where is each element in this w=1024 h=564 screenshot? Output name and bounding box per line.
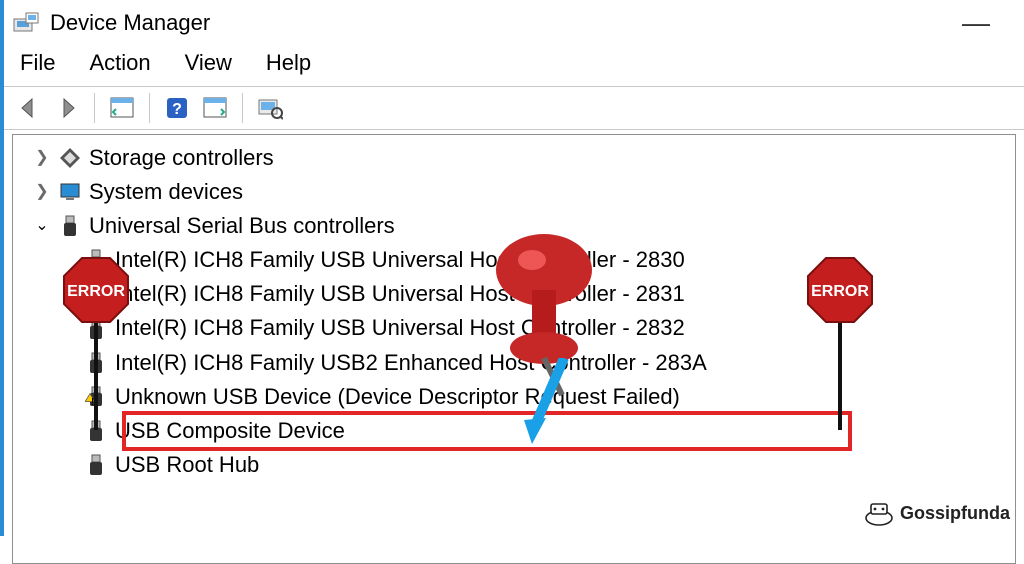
- monitor-icon: [59, 181, 81, 203]
- tree-node-device[interactable]: USB Composite Device: [85, 414, 1015, 448]
- toolbar: ?: [4, 86, 1024, 130]
- toolbar-separator: [149, 93, 150, 123]
- tree-label: Intel(R) ICH8 Family USB Universal Host …: [115, 243, 685, 277]
- svg-text:!: !: [91, 397, 94, 408]
- scan-button[interactable]: [200, 93, 230, 123]
- tree-node-device[interactable]: USB Root Hub: [85, 448, 1015, 482]
- device-manager-icon: [12, 9, 40, 37]
- toolbar-separator: [242, 93, 243, 123]
- tree-label: Intel(R) ICH8 Family USB Universal Host …: [115, 311, 685, 345]
- tree-label: Storage controllers: [89, 141, 274, 175]
- svg-text:?: ?: [172, 101, 182, 118]
- tree-node-device[interactable]: Intel(R) ICH8 Family USB Universal Host …: [85, 243, 1015, 277]
- show-hidden-button[interactable]: [107, 93, 137, 123]
- usb-icon: [85, 318, 107, 340]
- usb-icon: [85, 249, 107, 271]
- expand-icon[interactable]: ❯: [33, 180, 51, 205]
- tree-node-storage[interactable]: ❯ Storage controllers: [33, 141, 1015, 175]
- menu-help[interactable]: Help: [266, 50, 311, 76]
- collapse-icon[interactable]: ⌄: [33, 214, 51, 239]
- toolbar-separator: [94, 93, 95, 123]
- storage-icon: [59, 147, 81, 169]
- menu-action[interactable]: Action: [89, 50, 150, 76]
- forward-button[interactable]: [52, 93, 82, 123]
- tree-node-device[interactable]: Intel(R) ICH8 Family USB Universal Host …: [85, 277, 1015, 311]
- tree-label: USB Root Hub: [115, 448, 259, 482]
- tree-label: Intel(R) ICH8 Family USB2 Enhanced Host …: [115, 346, 707, 380]
- minimize-button[interactable]: —: [962, 7, 1014, 39]
- update-driver-button[interactable]: [255, 93, 285, 123]
- usb-icon: [85, 352, 107, 374]
- tree-label: USB Composite Device: [115, 414, 345, 448]
- usb-icon: [85, 283, 107, 305]
- usb-icon: [85, 420, 107, 442]
- tree-label: Unknown USB Device (Device Descriptor Re…: [115, 380, 680, 414]
- back-button[interactable]: [14, 93, 44, 123]
- usb-icon: [85, 454, 107, 476]
- tree-label: System devices: [89, 175, 243, 209]
- tree-node-system[interactable]: ❯ System devices: [33, 175, 1015, 209]
- tree-node-unknown-usb[interactable]: ! Unknown USB Device (Device Descriptor …: [85, 380, 1015, 414]
- tree-node-device[interactable]: Intel(R) ICH8 Family USB2 Enhanced Host …: [85, 346, 1015, 380]
- tree-label: Intel(R) ICH8 Family USB Universal Host …: [115, 277, 685, 311]
- expand-icon[interactable]: ❯: [33, 146, 51, 171]
- usb-warning-icon: !: [85, 386, 107, 408]
- usb-children: Intel(R) ICH8 Family USB Universal Host …: [33, 243, 1015, 482]
- titlebar: Device Manager —: [4, 0, 1024, 44]
- tree-node-device[interactable]: Intel(R) ICH8 Family USB Universal Host …: [85, 311, 1015, 345]
- menu-view[interactable]: View: [185, 50, 232, 76]
- tree-node-usb[interactable]: ⌄ Universal Serial Bus controllers: [33, 209, 1015, 243]
- menu-file[interactable]: File: [20, 50, 55, 76]
- help-button[interactable]: ?: [162, 93, 192, 123]
- usb-icon: [59, 215, 81, 237]
- window-title: Device Manager: [50, 10, 210, 36]
- menubar: File Action View Help: [4, 44, 1024, 86]
- tree-label: Universal Serial Bus controllers: [89, 209, 395, 243]
- device-tree-panel: ❯ Storage controllers ❯ System devices ⌄…: [12, 134, 1016, 564]
